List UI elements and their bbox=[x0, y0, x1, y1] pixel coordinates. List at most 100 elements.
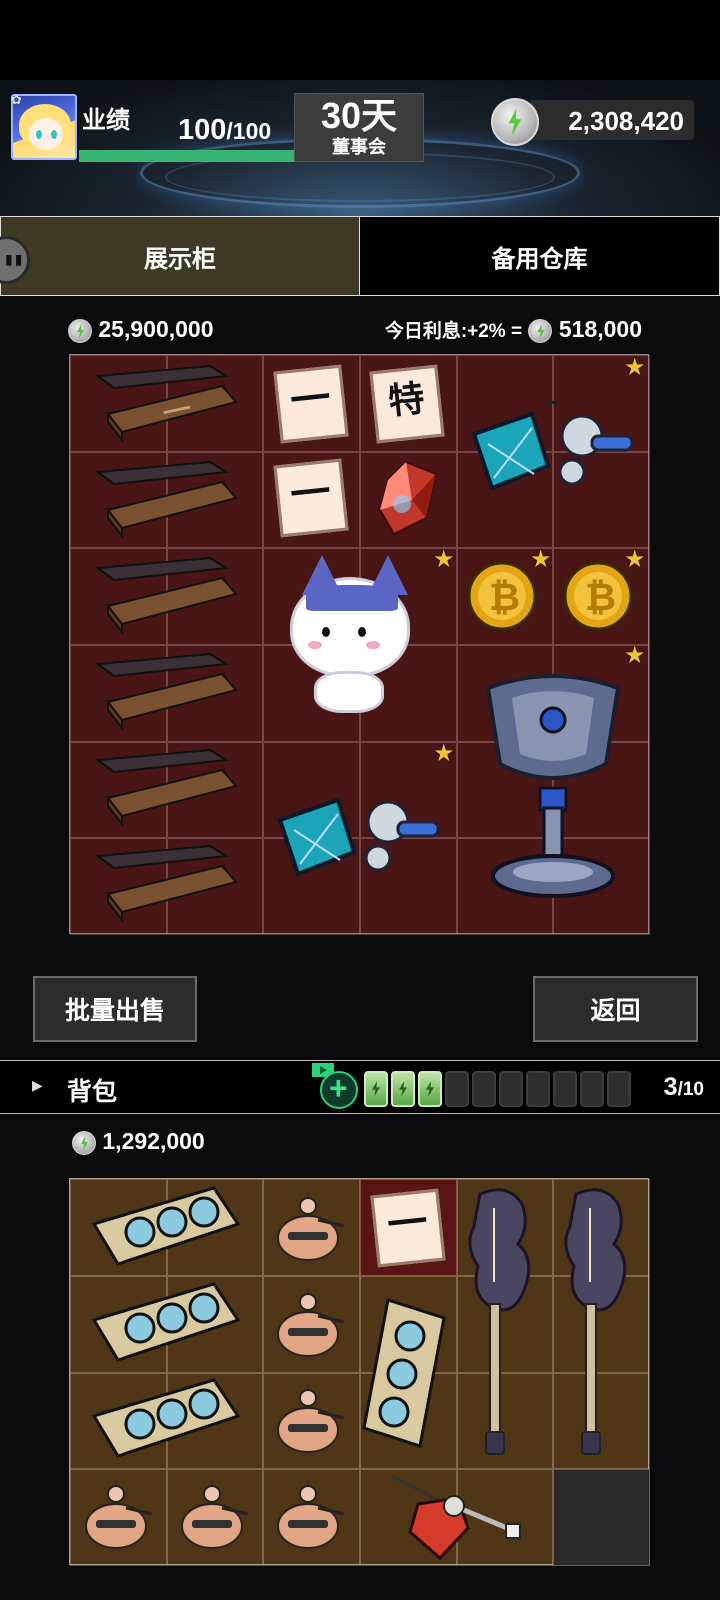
grid-cell[interactable] bbox=[166, 355, 264, 452]
coin-icon bbox=[68, 318, 92, 343]
battery-full-icon bbox=[418, 1071, 442, 1107]
display-total: 25,900,000 bbox=[68, 316, 214, 343]
performance-bar-fill bbox=[79, 150, 297, 162]
grid-cell[interactable] bbox=[166, 1372, 264, 1470]
grid-cell[interactable] bbox=[166, 548, 264, 645]
grid-cell[interactable] bbox=[456, 355, 554, 452]
grid-cell[interactable] bbox=[553, 838, 650, 935]
grid-cell[interactable] bbox=[359, 1469, 457, 1566]
grid-cell[interactable] bbox=[263, 1372, 360, 1470]
star-icon: ★ bbox=[530, 546, 552, 573]
grid-cell[interactable] bbox=[70, 741, 167, 839]
grid-cell[interactable] bbox=[70, 1469, 167, 1566]
grid-cell[interactable] bbox=[166, 838, 264, 935]
grid-cell[interactable] bbox=[456, 838, 554, 935]
grid-cell[interactable] bbox=[456, 1275, 554, 1373]
grid-cell[interactable] bbox=[359, 1372, 457, 1470]
star-icon: ★ bbox=[624, 546, 646, 573]
backpack-bar[interactable]: ▶ 背包 3/10 bbox=[0, 1060, 720, 1114]
grid-cell[interactable] bbox=[553, 451, 650, 549]
interest-label: 今日利息:+2% = bbox=[384, 321, 523, 342]
tab-storage[interactable]: 备用仓库 bbox=[359, 216, 720, 296]
bulk-sell-button[interactable]: 批量出售 bbox=[33, 976, 197, 1042]
grid-cell[interactable] bbox=[553, 741, 650, 839]
expand-arrow-icon[interactable]: ▶ bbox=[32, 1077, 43, 1094]
backpack-total: 1,292,000 bbox=[72, 1128, 205, 1155]
grid-cell[interactable] bbox=[456, 1372, 554, 1470]
grid-cell[interactable] bbox=[359, 451, 457, 549]
board-label: 董事会 bbox=[332, 137, 386, 157]
grid-cell[interactable] bbox=[263, 644, 360, 742]
grid-cell[interactable] bbox=[456, 1469, 554, 1566]
battery-empty-icon bbox=[607, 1071, 631, 1107]
grid-cell[interactable] bbox=[263, 451, 360, 549]
grid-cell[interactable] bbox=[166, 1275, 264, 1373]
grid-cell[interactable] bbox=[166, 644, 264, 742]
daily-interest: 今日利息:+2% = 518,000 bbox=[385, 316, 642, 343]
performance-bar bbox=[79, 150, 297, 162]
grid-cell[interactable] bbox=[456, 741, 554, 839]
grid-cell[interactable] bbox=[456, 451, 554, 549]
tab-display-case[interactable]: 展示柜 bbox=[0, 216, 360, 296]
grid-cell[interactable] bbox=[166, 741, 264, 839]
grid-cell[interactable] bbox=[456, 1179, 554, 1276]
grid-cell[interactable] bbox=[263, 1179, 360, 1276]
backpack-title: 背包 bbox=[67, 1078, 118, 1106]
grid-cell[interactable] bbox=[359, 1275, 457, 1373]
battery-empty-icon bbox=[499, 1071, 523, 1107]
grid-cell[interactable] bbox=[166, 1469, 264, 1566]
grid-cell[interactable] bbox=[263, 355, 360, 452]
backpack-grid bbox=[69, 1178, 650, 1566]
battery-count: 3/10 bbox=[663, 1073, 704, 1101]
grid-cell[interactable] bbox=[70, 1275, 167, 1373]
days-remaining: 30天 bbox=[320, 95, 398, 136]
backpack-total-value: 1,292,000 bbox=[102, 1128, 205, 1154]
back-button[interactable]: 返回 bbox=[533, 976, 698, 1042]
balance-box: 2,308,420 bbox=[530, 100, 694, 140]
energy-coin-icon bbox=[491, 98, 539, 146]
battery-empty-icon bbox=[472, 1071, 496, 1107]
grid-cell[interactable] bbox=[70, 548, 167, 645]
display-grid bbox=[69, 354, 650, 935]
grid-cell[interactable] bbox=[553, 1275, 650, 1373]
tab-bar: 展示柜 备用仓库 bbox=[0, 216, 720, 296]
grid-cell[interactable] bbox=[70, 1372, 167, 1470]
grid-cell[interactable] bbox=[70, 644, 167, 742]
settings-gear-icon[interactable]: ✿ bbox=[11, 92, 22, 108]
grid-cell[interactable] bbox=[263, 741, 360, 839]
grid-cell[interactable] bbox=[70, 451, 167, 549]
grid-cell[interactable] bbox=[359, 838, 457, 935]
board-countdown[interactable]: 30天 董事会 bbox=[294, 93, 424, 162]
performance-label: 业绩 bbox=[82, 107, 130, 134]
grid-cell[interactable] bbox=[263, 838, 360, 935]
grid-cell[interactable] bbox=[359, 355, 457, 452]
performance-value: 100/100 bbox=[178, 114, 272, 146]
add-battery-button[interactable] bbox=[320, 1070, 358, 1109]
star-icon: ★ bbox=[624, 354, 646, 381]
interest-value: 518,000 bbox=[558, 316, 642, 342]
grid-cell[interactable] bbox=[166, 451, 264, 549]
grid-cell[interactable] bbox=[553, 1179, 650, 1276]
battery-full-icon bbox=[364, 1071, 388, 1107]
coin-icon bbox=[72, 1130, 96, 1155]
battery-empty-icon bbox=[553, 1071, 577, 1107]
grid-cell[interactable] bbox=[70, 838, 167, 935]
status-bar bbox=[0, 0, 720, 80]
grid-cell[interactable] bbox=[456, 644, 554, 742]
grid-cell-empty[interactable] bbox=[553, 1469, 650, 1566]
grid-cell[interactable] bbox=[70, 1179, 167, 1276]
battery-empty-icon bbox=[445, 1071, 469, 1107]
battery-empty-icon bbox=[526, 1071, 550, 1107]
star-icon: ★ bbox=[624, 642, 646, 669]
grid-cell[interactable] bbox=[359, 1179, 457, 1276]
battery-empty-icon bbox=[580, 1071, 604, 1107]
grid-cell[interactable] bbox=[553, 1372, 650, 1470]
grid-cell[interactable] bbox=[263, 1275, 360, 1373]
grid-cell[interactable] bbox=[166, 1179, 264, 1276]
grid-cell[interactable] bbox=[359, 644, 457, 742]
grid-cell[interactable] bbox=[70, 355, 167, 452]
grid-cell[interactable] bbox=[263, 1469, 360, 1566]
display-total-value: 25,900,000 bbox=[98, 316, 214, 342]
coin-icon bbox=[528, 318, 553, 343]
grid-cell[interactable] bbox=[263, 548, 360, 645]
